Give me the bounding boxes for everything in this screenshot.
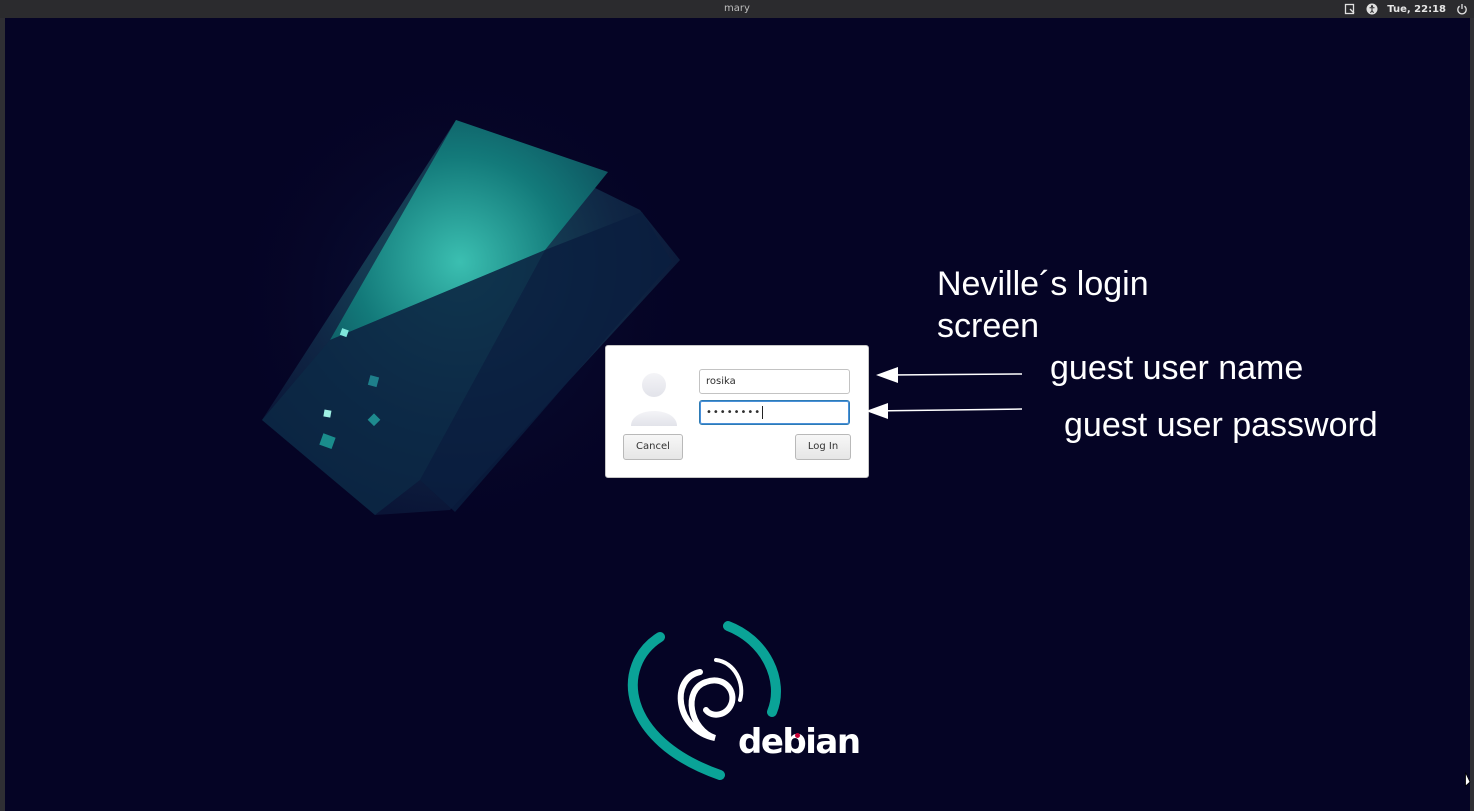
annotation-title: Neville´s login screen	[937, 263, 1149, 347]
annotation-password: guest user password	[1064, 406, 1378, 444]
annotation-title-line2: screen	[937, 307, 1040, 345]
mouse-cursor-icon	[1465, 772, 1471, 787]
login-screen: mary Tue, 22:18 rosika •••••••• Cancel L…	[0, 0, 1474, 811]
username-arrow-head	[876, 367, 898, 383]
username-arrow-line	[883, 373, 1023, 376]
annotation-username: guest user name	[1050, 349, 1304, 387]
password-arrow-head	[866, 403, 888, 419]
password-arrow-line	[873, 408, 1023, 412]
annotation-title-line1: Neville´s login	[937, 265, 1149, 303]
debian-logo-text: debian	[738, 722, 861, 762]
debian-logo-dot	[795, 733, 800, 738]
